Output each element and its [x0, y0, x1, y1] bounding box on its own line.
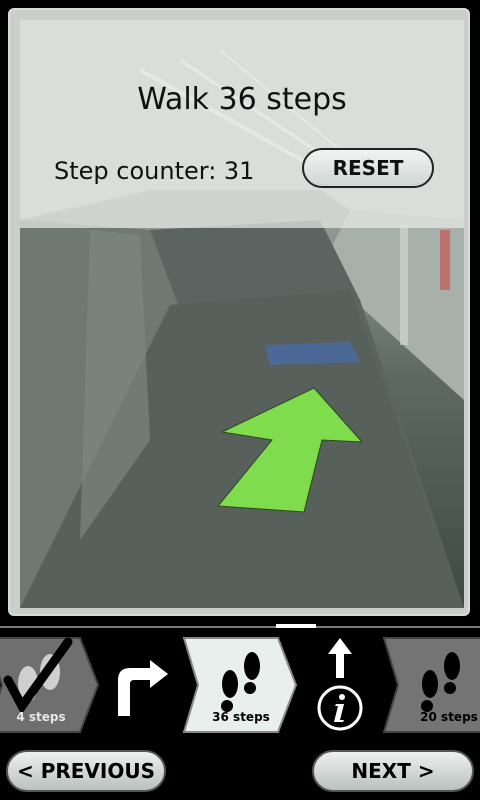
- straight-arrow-icon: [328, 638, 352, 678]
- direction-arrow-icon: [217, 387, 364, 513]
- info-icon[interactable]: [316, 684, 364, 732]
- step-label: 20 steps: [420, 710, 478, 724]
- next-button[interactable]: NEXT >: [312, 750, 474, 792]
- next-label: NEXT >: [351, 759, 435, 783]
- previous-button[interactable]: < PREVIOUS: [6, 750, 166, 792]
- step-label: 4 steps: [16, 710, 66, 724]
- step-card-completed[interactable]: 4 steps: [0, 636, 106, 734]
- reset-button[interactable]: RESET: [302, 148, 434, 188]
- camera-view: Walk 36 steps Step counter: 31 RESET: [20, 20, 464, 608]
- step-label: 36 steps: [212, 710, 270, 724]
- instruction-panel: Walk 36 steps Step counter: 31 RESET: [20, 20, 464, 228]
- step-card-current[interactable]: 36 steps: [182, 636, 300, 734]
- divider: [0, 626, 480, 628]
- step-card-upcoming[interactable]: 20 steps: [382, 636, 480, 734]
- previous-label: < PREVIOUS: [16, 759, 155, 783]
- carousel-indicator: [276, 624, 316, 628]
- turn-right-icon: [118, 660, 168, 716]
- instruction-title: Walk 36 steps: [137, 82, 347, 117]
- step-counter: Step counter: 31: [54, 157, 255, 185]
- camera-frame: Walk 36 steps Step counter: 31 RESET: [8, 8, 470, 616]
